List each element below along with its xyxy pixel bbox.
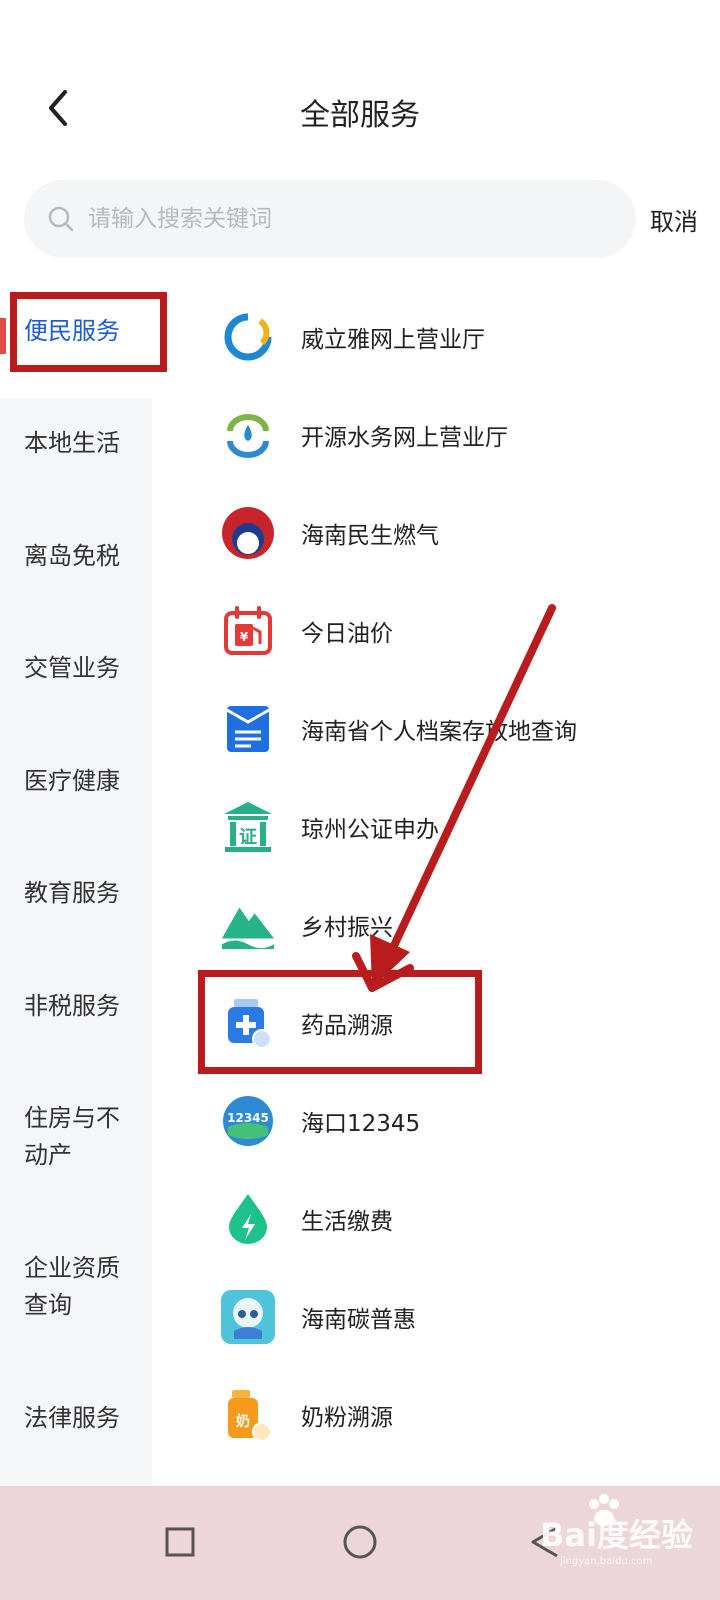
annotation-box-service <box>198 970 482 1074</box>
sidebar-item-duty-free[interactable]: 离岛免税 <box>24 538 142 575</box>
home-button[interactable] <box>332 1514 388 1570</box>
sidebar-item-housing[interactable]: 住房与不动产 <box>24 1100 134 1174</box>
service-item[interactable]: 12345 海口12345 <box>220 1072 700 1170</box>
service-item[interactable]: 威立雅网上营业厅 <box>220 288 700 386</box>
service-item[interactable]: 海南省个人档案存放地查询 <box>220 680 700 778</box>
veolia-icon <box>220 309 276 365</box>
archive-icon <box>220 701 276 757</box>
sidebar-item-enterprise[interactable]: 企业资质查询 <box>24 1250 134 1324</box>
notary-badge: 证 <box>239 827 257 848</box>
page-title: 全部服务 <box>300 98 420 133</box>
service-label: 乡村振兴 <box>301 915 393 941</box>
notary-icon: 证 <box>220 799 276 855</box>
hotline-badge: 12345 <box>227 1111 269 1125</box>
recent-apps-button[interactable] <box>152 1514 208 1570</box>
service-label: 海南民生燃气 <box>301 523 439 549</box>
active-indicator <box>0 318 6 354</box>
service-item[interactable]: 奶 奶粉溯源 <box>220 1366 700 1464</box>
watermark: Bai度经验 jingyan.baidu.com <box>540 1494 710 1570</box>
service-label: 奶粉溯源 <box>301 1405 393 1431</box>
square-icon <box>165 1527 195 1557</box>
service-label: 今日油价 <box>301 621 393 647</box>
service-label: 海口12345 <box>301 1111 421 1137</box>
search-input[interactable] <box>86 205 610 233</box>
service-item[interactable]: ¥ 今日油价 <box>220 582 700 680</box>
service-label: 生活缴费 <box>301 1209 393 1235</box>
sidebar-item-health[interactable]: 医疗健康 <box>24 763 142 800</box>
milk-powder-trace-icon: 奶 <box>220 1387 276 1443</box>
annotation-box-sidebar <box>10 292 167 372</box>
haikou-12345-icon: 12345 <box>220 1093 276 1149</box>
header: 全部服务 <box>0 60 720 160</box>
watermark-url: jingyan.baidu.com <box>560 1556 653 1567</box>
sidebar-item-traffic[interactable]: 交管业务 <box>24 650 142 687</box>
search-icon <box>46 204 76 234</box>
service-label: 海南碳普惠 <box>301 1307 416 1333</box>
sidebar-item-education[interactable]: 教育服务 <box>24 875 142 912</box>
milk-badge: 奶 <box>236 1413 250 1430</box>
sidebar-item-local-life[interactable]: 本地生活 <box>24 425 142 462</box>
service-item[interactable]: 开源水务网上营业厅 <box>220 386 700 484</box>
service-label: 开源水务网上营业厅 <box>301 425 508 451</box>
search-bar[interactable] <box>24 180 636 258</box>
utility-payment-icon <box>220 1191 276 1247</box>
rural-revitalization-icon <box>220 897 276 953</box>
status-bar <box>0 0 720 60</box>
service-label: 海南省个人档案存放地查询 <box>301 719 577 745</box>
service-item[interactable]: 证 琼州公证申办 <box>220 778 700 876</box>
service-item[interactable]: 生活缴费 <box>220 1170 700 1268</box>
circle-icon <box>343 1525 377 1559</box>
service-label: 琼州公证申办 <box>301 817 439 843</box>
service-item[interactable]: 海南民生燃气 <box>220 484 700 582</box>
svg-text:¥: ¥ <box>240 630 249 644</box>
watermark-brand: Bai度经验 <box>540 1516 693 1554</box>
carbon-mascot-icon <box>220 1289 276 1345</box>
fuel-price-icon: ¥ <box>220 603 276 659</box>
service-item[interactable]: 乡村振兴 <box>220 876 700 974</box>
cancel-button[interactable]: 取消 <box>650 202 698 237</box>
water-service-icon <box>220 407 276 463</box>
sidebar-item-non-tax[interactable]: 非税服务 <box>24 988 142 1025</box>
service-item[interactable]: 海南碳普惠 <box>220 1268 700 1366</box>
service-label: 威立雅网上营业厅 <box>301 327 485 353</box>
category-sidebar: 便民服务 本地生活 离岛免税 交管业务 医疗健康 教育服务 非税服务 住房与不动… <box>0 288 152 1518</box>
sidebar-item-legal[interactable]: 法律服务 <box>24 1400 142 1437</box>
gas-icon <box>220 505 276 561</box>
